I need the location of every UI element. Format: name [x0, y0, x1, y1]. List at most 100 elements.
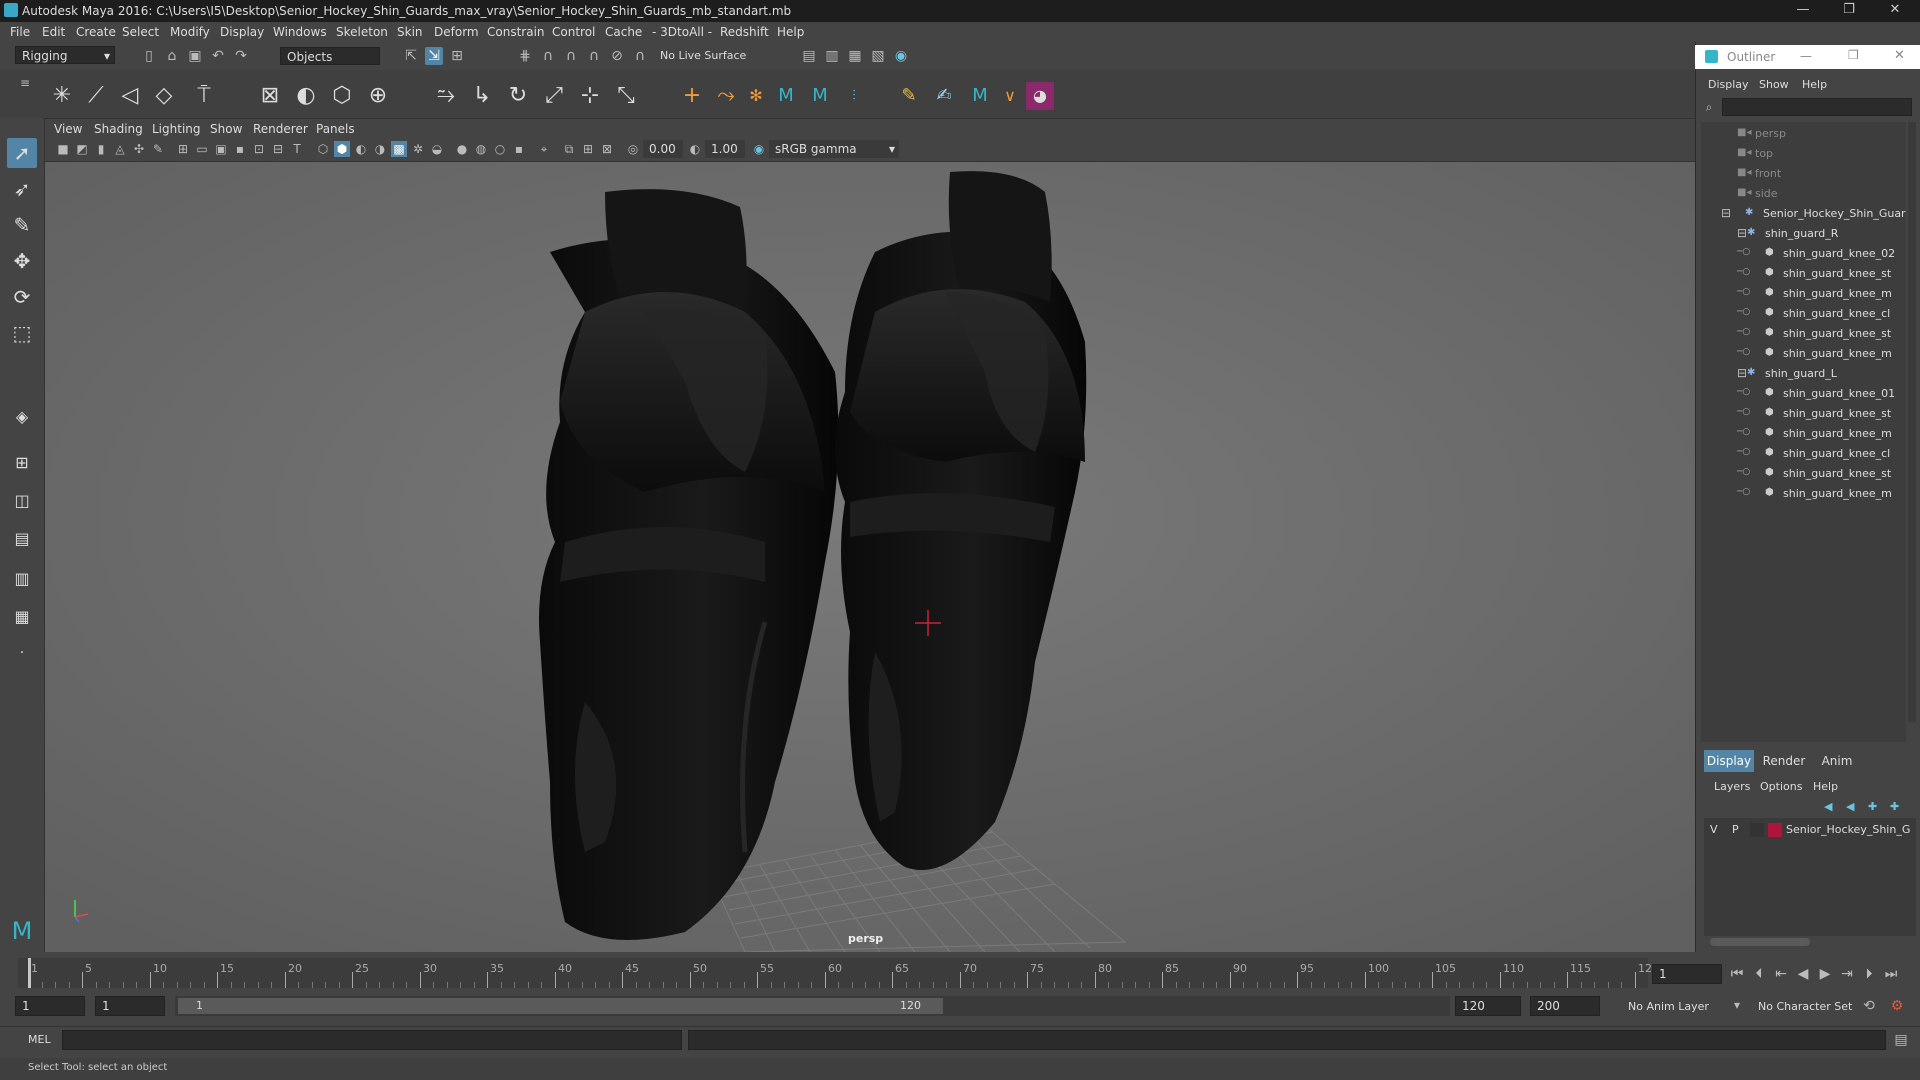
sculpt-icon[interactable]: ✎	[895, 82, 923, 110]
snap-grid-icon[interactable]: ⋕	[516, 47, 534, 65]
menu-constrain[interactable]: Constrain	[487, 25, 545, 39]
menu-set-dropdown[interactable]: Rigging ▾	[15, 46, 115, 64]
select-hierarchy-icon[interactable]: ⇱	[402, 47, 420, 65]
grid-toggle-icon[interactable]: ⊞	[175, 141, 191, 157]
bookmark-icon[interactable]: ▮	[93, 141, 109, 157]
menu-windows[interactable]: Windows	[273, 25, 327, 39]
outliner-menu-show[interactable]: Show	[1759, 78, 1789, 91]
viewport-menu-panels[interactable]: Panels	[316, 122, 355, 136]
current-frame-field[interactable]: 1	[1652, 964, 1722, 984]
step-back-icon[interactable]: ⏴	[1750, 965, 1768, 983]
outliner-close-button[interactable]: ✕	[1894, 48, 1905, 63]
ik-handle-icon[interactable]: ⟋	[82, 82, 110, 110]
blend-shape-icon[interactable]: ◐	[292, 82, 320, 110]
menu-select[interactable]: Select	[122, 25, 159, 39]
outliner-item[interactable]: ─○ ⬢ shin_guard_knee_m	[1701, 344, 1906, 364]
layer-hscrollbar[interactable]	[1710, 938, 1810, 946]
xray-components-icon[interactable]: ⊠	[599, 141, 615, 157]
viewport-persp[interactable]: persp	[45, 162, 1695, 952]
outliner-item[interactable]: ─○ ⬢ shin_guard_knee_st	[1701, 324, 1906, 344]
field-chart-icon[interactable]: ⊡	[251, 141, 267, 157]
new-layer-selected-icon[interactable]: ✚	[1890, 800, 1899, 813]
save-scene-icon[interactable]: ▣	[186, 47, 204, 65]
menu-file[interactable]: File	[10, 25, 30, 39]
layer-tab-render[interactable]: Render	[1758, 750, 1810, 772]
new-layer-icon[interactable]: ✚	[1868, 800, 1877, 813]
safe-title-icon[interactable]: T	[289, 141, 305, 157]
layer-menu-options[interactable]: Options	[1760, 780, 1802, 793]
menu-edit[interactable]: Edit	[42, 25, 65, 39]
anim-prefs-icon[interactable]: ⚙	[1888, 997, 1906, 1015]
render-frame-icon[interactable]: ▥	[823, 47, 841, 65]
cluster-icon[interactable]: ⊠	[256, 82, 284, 110]
auto-key-icon[interactable]: ⟲	[1860, 997, 1878, 1015]
layout-single-icon[interactable]: ◈	[7, 402, 37, 432]
xray-icon[interactable]: ⧉	[561, 141, 577, 157]
motion-blur-icon[interactable]: ◍	[473, 141, 489, 157]
outliner-item[interactable]: ■◂ side	[1701, 184, 1906, 204]
layer-name[interactable]: Senior_Hockey_Shin_G	[1786, 823, 1910, 836]
image-plane-icon[interactable]: ◬	[112, 141, 128, 157]
exposure-field[interactable]: 0.00	[643, 140, 683, 158]
layout-persp-icon[interactable]: ▦	[7, 602, 37, 632]
paint-tool-icon[interactable]: ✍	[930, 82, 958, 110]
use-lights-icon[interactable]: ✲	[410, 141, 426, 157]
outliner-minimize-button[interactable]: —	[1800, 49, 1812, 63]
scale-tool-icon[interactable]: ⬚	[7, 318, 37, 348]
layout-four-icon[interactable]: ⊞	[7, 448, 37, 478]
move-layer-up-icon[interactable]: ◀	[1824, 800, 1832, 813]
snap-surface-icon[interactable]: ⊘	[608, 47, 626, 65]
viewport-menu-lighting[interactable]: Lighting	[152, 122, 201, 136]
redo-icon[interactable]: ↷	[232, 47, 250, 65]
expand-toggle-icon[interactable]: ⊟	[1737, 366, 1747, 380]
pan-zoom-icon[interactable]: ✣	[131, 141, 147, 157]
script-language-label[interactable]: MEL	[28, 1033, 51, 1046]
menu-3dtoall[interactable]: - 3DtoAll -	[652, 25, 712, 39]
textured-icon[interactable]: ▩	[391, 141, 407, 157]
locator-icon[interactable]: +	[678, 82, 706, 110]
selection-mask-dropdown[interactable]: Objects	[280, 47, 380, 65]
outliner-item[interactable]: ■◂ persp	[1701, 124, 1906, 144]
shader-ball-icon[interactable]: ◕	[1026, 82, 1054, 110]
outliner-item[interactable]: ■◂ top	[1701, 144, 1906, 164]
parent-constraint-icon[interactable]: ⊹	[576, 82, 604, 110]
layer-color-swatch[interactable]	[1768, 823, 1782, 837]
toolbox-toggle-icon[interactable]: ·	[7, 638, 37, 668]
layout-outliner-icon[interactable]: ▤	[7, 524, 37, 554]
outliner-item[interactable]: ─○ ⬢ shin_guard_knee_cl	[1701, 304, 1906, 324]
outliner-item[interactable]: ─○ ⬢ shin_guard_knee_st	[1701, 404, 1906, 424]
ipr-render-icon[interactable]: ▦	[846, 47, 864, 65]
camera-attributes-icon[interactable]: ◩	[74, 141, 90, 157]
locator-aim-icon[interactable]: ⤳	[712, 82, 740, 110]
viewport-menu-shading[interactable]: Shading	[94, 122, 143, 136]
aim-constraint-icon[interactable]: ↳	[468, 82, 496, 110]
ssao-icon[interactable]: ●	[454, 141, 470, 157]
outliner-item[interactable]: ─○ ⬢ shin_guard_knee_st	[1701, 264, 1906, 284]
layer-tab-anim[interactable]: Anim	[1814, 750, 1860, 772]
layer-row[interactable]: V P Senior_Hockey_Shin_G	[1704, 820, 1916, 840]
channel-set-icon[interactable]: ⫶	[840, 82, 868, 110]
color-space-dropdown[interactable]: sRGB gamma ▾	[769, 140, 899, 158]
play-forwards-icon[interactable]: ▶	[1816, 965, 1834, 983]
layer-display-type[interactable]	[1750, 823, 1764, 837]
move-layer-down-icon[interactable]: ◀	[1846, 800, 1854, 813]
expand-toggle-icon[interactable]: ⊟	[1737, 226, 1747, 240]
paint-select-icon[interactable]: ✎	[7, 210, 37, 240]
menu-deform[interactable]: Deform	[434, 25, 479, 39]
camera-select-icon[interactable]: ■	[55, 141, 71, 157]
wrap-icon[interactable]: ⊕	[364, 82, 392, 110]
snap-curve-icon[interactable]: ∩	[539, 47, 557, 65]
paint-weights-icon[interactable]: ⍑	[190, 82, 218, 110]
layer-tab-display[interactable]: Display	[1704, 750, 1754, 772]
smooth-shade-icon[interactable]: ⬢	[334, 141, 350, 157]
menu-skeleton[interactable]: Skeleton	[336, 25, 388, 39]
command-input[interactable]	[62, 1030, 682, 1050]
menu-cache[interactable]: Cache	[605, 25, 642, 39]
color-management-icon[interactable]: ◉	[751, 141, 767, 157]
menu-create[interactable]: Create	[76, 25, 116, 39]
shadows-icon[interactable]: ◒	[429, 141, 445, 157]
outliner-item[interactable]: ─○ ⬢ shin_guard_knee_m	[1701, 284, 1906, 304]
joint-tool-icon[interactable]: ✳	[48, 82, 76, 110]
render-settings-icon[interactable]: ▧	[869, 47, 887, 65]
live-surface-label[interactable]: No Live Surface	[660, 49, 746, 62]
